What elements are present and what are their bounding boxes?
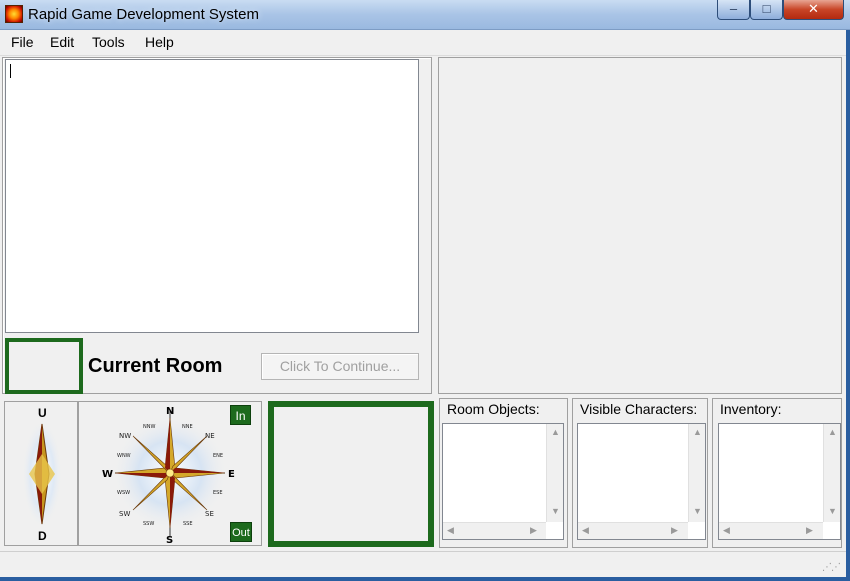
scroll-right-icon[interactable]: ▶ bbox=[671, 525, 678, 536]
compass-ne[interactable]: NE bbox=[205, 432, 215, 440]
scroll-down-icon[interactable]: ▼ bbox=[828, 506, 837, 516]
compass-nw[interactable]: NW bbox=[119, 432, 131, 440]
compass-e[interactable]: E bbox=[228, 469, 235, 480]
room-objects-group: Room Objects: ▲ ▼ ◀ ▶ bbox=[439, 398, 568, 548]
compass-se[interactable]: SE bbox=[205, 510, 214, 518]
room-objects-label: Room Objects: bbox=[446, 401, 541, 417]
current-room-label: Current Room bbox=[88, 355, 223, 377]
menu-bar: File Edit Tools Help bbox=[0, 30, 846, 56]
text-caret bbox=[10, 64, 11, 78]
resize-grip-icon[interactable]: ⋰⋰ bbox=[822, 562, 841, 573]
scroll-up-icon[interactable]: ▲ bbox=[828, 427, 837, 437]
menu-file[interactable]: File bbox=[9, 34, 36, 50]
in-button[interactable]: In bbox=[230, 405, 251, 425]
visible-characters-group: Visible Characters: ▲ ▼ ◀ ▶ bbox=[572, 398, 708, 548]
compass-ese[interactable]: ESE bbox=[213, 490, 223, 496]
maximize-button[interactable]: □ bbox=[750, 0, 783, 20]
compass-ssw[interactable]: SSW bbox=[143, 521, 154, 527]
compass-wsw[interactable]: WSW bbox=[117, 490, 130, 496]
inventory-list[interactable]: ▲ ▼ ◀ ▶ bbox=[718, 423, 841, 540]
inventory-group: Inventory: ▲ ▼ ◀ ▶ bbox=[712, 398, 842, 548]
scroll-left-icon[interactable]: ◀ bbox=[582, 525, 589, 536]
down-label[interactable]: D bbox=[38, 529, 47, 543]
close-button[interactable]: ✕ bbox=[783, 0, 844, 20]
room-objects-vscroll[interactable]: ▲ ▼ bbox=[546, 424, 563, 522]
status-bar: ⋰⋰ bbox=[0, 551, 846, 577]
inventory-label: Inventory: bbox=[719, 401, 783, 417]
visible-characters-vscroll[interactable]: ▲ ▼ bbox=[688, 424, 705, 522]
compass-s[interactable]: S bbox=[166, 535, 173, 546]
up-down-compass: U D bbox=[4, 401, 78, 546]
compass-w[interactable]: W bbox=[102, 469, 113, 480]
title-bar: Rapid Game Development System – □ ✕ bbox=[0, 0, 850, 30]
inventory-vscroll[interactable]: ▲ ▼ bbox=[823, 424, 840, 522]
scroll-right-icon[interactable]: ▶ bbox=[530, 525, 537, 536]
story-text-area[interactable] bbox=[5, 59, 419, 333]
scroll-left-icon[interactable]: ◀ bbox=[723, 525, 730, 536]
continue-button[interactable]: Click To Continue... bbox=[261, 353, 419, 380]
scene-image-panel bbox=[438, 57, 842, 394]
room-objects-hscroll[interactable]: ◀ ▶ bbox=[443, 522, 546, 539]
compass-nne[interactable]: NNE bbox=[182, 424, 193, 430]
scroll-down-icon[interactable]: ▼ bbox=[551, 506, 560, 516]
compass-nnw[interactable]: NNW bbox=[143, 424, 155, 430]
client-area: File Edit Tools Help Current Room Click … bbox=[0, 30, 846, 577]
scroll-right-icon[interactable]: ▶ bbox=[806, 525, 813, 536]
up-label[interactable]: U bbox=[38, 406, 47, 420]
visible-characters-label: Visible Characters: bbox=[579, 401, 699, 417]
room-objects-list[interactable]: ▲ ▼ ◀ ▶ bbox=[442, 423, 564, 540]
compass-sw[interactable]: SW bbox=[119, 510, 130, 518]
scroll-up-icon[interactable]: ▲ bbox=[551, 427, 560, 437]
out-button[interactable]: Out bbox=[230, 522, 252, 542]
minimize-button[interactable]: – bbox=[717, 0, 750, 20]
room-thumbnail bbox=[5, 338, 83, 394]
scroll-down-icon[interactable]: ▼ bbox=[693, 506, 702, 516]
window-title: Rapid Game Development System bbox=[28, 6, 259, 23]
compass-wnw[interactable]: WNW bbox=[117, 453, 131, 459]
up-down-compass-graphic bbox=[22, 419, 62, 529]
inventory-hscroll[interactable]: ◀ ▶ bbox=[719, 522, 823, 539]
scroll-left-icon[interactable]: ◀ bbox=[447, 525, 454, 536]
direction-compass: N S E W NE NW SE SW NNE NNW ENE ESE WNW … bbox=[78, 401, 262, 546]
visible-characters-list[interactable]: ▲ ▼ ◀ ▶ bbox=[577, 423, 706, 540]
visible-characters-hscroll[interactable]: ◀ ▶ bbox=[578, 522, 688, 539]
scroll-up-icon[interactable]: ▲ bbox=[693, 427, 702, 437]
menu-help[interactable]: Help bbox=[143, 34, 176, 50]
app-icon bbox=[5, 5, 23, 23]
object-preview-box bbox=[268, 401, 434, 547]
menu-tools[interactable]: Tools bbox=[90, 34, 127, 50]
compass-sse[interactable]: SSE bbox=[183, 521, 193, 527]
compass-n[interactable]: N bbox=[166, 406, 174, 417]
compass-ene[interactable]: ENE bbox=[213, 453, 223, 459]
menu-edit[interactable]: Edit bbox=[48, 34, 76, 50]
